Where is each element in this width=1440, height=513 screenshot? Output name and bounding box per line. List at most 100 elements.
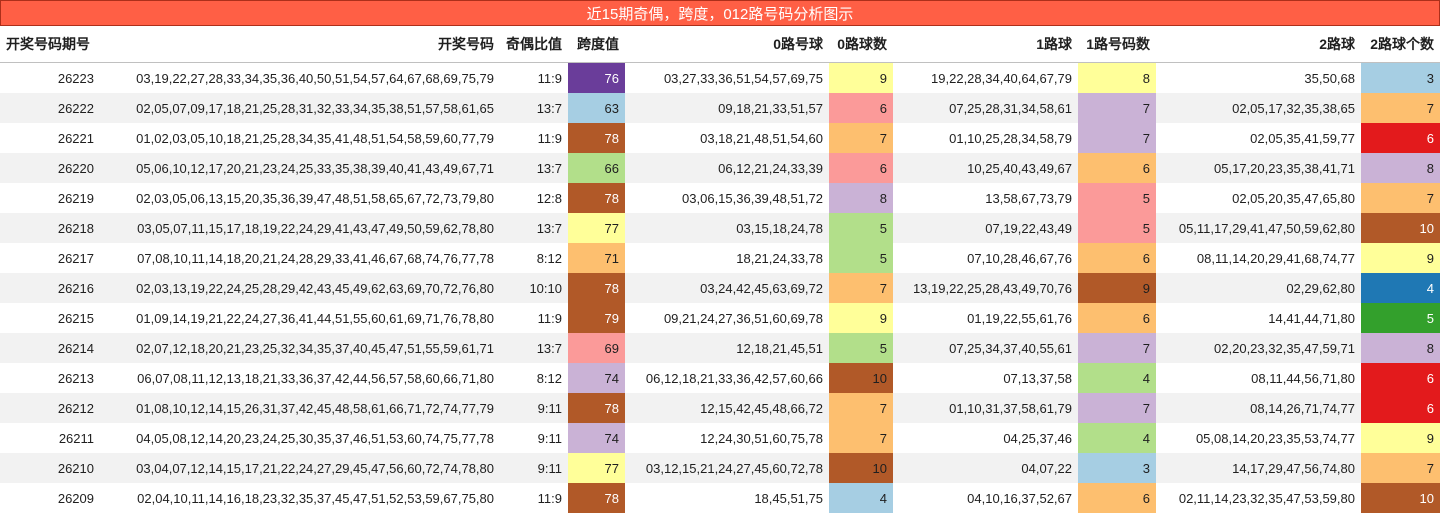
span-cell: 78 <box>568 393 625 423</box>
route1-balls-cell: 13,58,67,73,79 <box>893 183 1078 213</box>
route2-balls-cell: 35,50,68 <box>1156 62 1361 93</box>
route1-balls-cell: 01,10,31,37,58,61,79 <box>893 393 1078 423</box>
route1-count-cell: 5 <box>1078 183 1156 213</box>
analysis-table: 开奖号码期号 开奖号码 奇偶比值 跨度值 0路号球 0路球数 1路球 1路号码数… <box>0 26 1440 513</box>
issue-cell: 26222 <box>0 93 100 123</box>
route1-count-cell: 7 <box>1078 93 1156 123</box>
route0-balls-cell: 03,06,15,36,39,48,51,72 <box>625 183 829 213</box>
route0-count-cell: 5 <box>829 213 893 243</box>
route2-count-cell: 7 <box>1361 183 1440 213</box>
route0-balls-cell: 09,18,21,33,51,57 <box>625 93 829 123</box>
route1-balls-cell: 10,25,40,43,49,67 <box>893 153 1078 183</box>
col-header-route0-balls[interactable]: 0路号球 <box>625 26 829 63</box>
span-cell: 79 <box>568 303 625 333</box>
col-header-route0-count[interactable]: 0路球数 <box>829 26 893 63</box>
route0-balls-cell: 18,21,24,33,78 <box>625 243 829 273</box>
ratio-cell: 8:12 <box>500 243 568 273</box>
route1-balls-cell: 13,19,22,25,28,43,49,70,76 <box>893 273 1078 303</box>
route1-balls-cell: 01,19,22,55,61,76 <box>893 303 1078 333</box>
route2-balls-cell: 08,11,44,56,71,80 <box>1156 363 1361 393</box>
route1-count-cell: 4 <box>1078 423 1156 453</box>
route0-balls-cell: 03,24,42,45,63,69,72 <box>625 273 829 303</box>
numbers-cell: 02,05,07,09,17,18,21,25,28,31,32,33,34,3… <box>100 93 500 123</box>
issue-cell: 26211 <box>0 423 100 453</box>
route2-count-cell: 5 <box>1361 303 1440 333</box>
span-cell: 78 <box>568 123 625 153</box>
route1-count-cell: 7 <box>1078 393 1156 423</box>
issue-cell: 26218 <box>0 213 100 243</box>
route1-count-cell: 8 <box>1078 62 1156 93</box>
issue-cell: 26219 <box>0 183 100 213</box>
route0-balls-cell: 03,18,21,48,51,54,60 <box>625 123 829 153</box>
route1-balls-cell: 07,25,34,37,40,55,61 <box>893 333 1078 363</box>
issue-cell: 26209 <box>0 483 100 513</box>
route2-balls-cell: 02,05,35,41,59,77 <box>1156 123 1361 153</box>
route1-balls-cell: 04,25,37,46 <box>893 423 1078 453</box>
route2-balls-cell: 05,08,14,20,23,35,53,74,77 <box>1156 423 1361 453</box>
route1-count-cell: 4 <box>1078 363 1156 393</box>
table-row: 26218 03,05,07,11,15,17,18,19,22,24,29,41… <box>0 213 1440 243</box>
col-header-issue[interactable]: 开奖号码期号 <box>0 26 100 63</box>
numbers-cell: 02,03,13,19,22,24,25,28,29,42,43,45,49,6… <box>100 273 500 303</box>
issue-cell: 26212 <box>0 393 100 423</box>
issue-cell: 26217 <box>0 243 100 273</box>
ratio-cell: 11:9 <box>500 483 568 513</box>
route1-balls-cell: 01,10,25,28,34,58,79 <box>893 123 1078 153</box>
route2-count-cell: 6 <box>1361 123 1440 153</box>
route2-count-cell: 8 <box>1361 153 1440 183</box>
route1-count-cell: 9 <box>1078 273 1156 303</box>
route1-balls-cell: 07,19,22,43,49 <box>893 213 1078 243</box>
numbers-cell: 02,03,05,06,13,15,20,35,36,39,47,48,51,5… <box>100 183 500 213</box>
span-cell: 77 <box>568 213 625 243</box>
col-header-ratio[interactable]: 奇偶比值 <box>500 26 568 63</box>
table-row: 26212 01,08,10,12,14,15,26,31,37,42,45,48… <box>0 393 1440 423</box>
route1-count-cell: 7 <box>1078 123 1156 153</box>
route2-balls-cell: 02,05,17,32,35,38,65 <box>1156 93 1361 123</box>
col-header-route2-balls[interactable]: 2路球 <box>1156 26 1361 63</box>
route0-balls-cell: 03,15,18,24,78 <box>625 213 829 243</box>
ratio-cell: 11:9 <box>500 123 568 153</box>
route0-balls-cell: 03,12,15,21,24,27,45,60,72,78 <box>625 453 829 483</box>
route1-balls-cell: 04,10,16,37,52,67 <box>893 483 1078 513</box>
table-row: 26209 02,04,10,11,14,16,18,23,32,35,37,45… <box>0 483 1440 513</box>
route2-count-cell: 7 <box>1361 453 1440 483</box>
route2-balls-cell: 14,41,44,71,80 <box>1156 303 1361 333</box>
col-header-route2-count[interactable]: 2路球个数 <box>1361 26 1440 63</box>
numbers-cell: 04,05,08,12,14,20,23,24,25,30,35,37,46,5… <box>100 423 500 453</box>
issue-cell: 26215 <box>0 303 100 333</box>
route2-count-cell: 9 <box>1361 243 1440 273</box>
issue-cell: 26221 <box>0 123 100 153</box>
route0-count-cell: 6 <box>829 153 893 183</box>
col-header-numbers[interactable]: 开奖号码 <box>100 26 500 63</box>
numbers-cell: 07,08,10,11,14,18,20,21,24,28,29,33,41,4… <box>100 243 500 273</box>
route0-count-cell: 8 <box>829 183 893 213</box>
span-cell: 78 <box>568 273 625 303</box>
route2-count-cell: 7 <box>1361 93 1440 123</box>
route0-balls-cell: 03,27,33,36,51,54,57,69,75 <box>625 62 829 93</box>
issue-cell: 26214 <box>0 333 100 363</box>
col-header-span[interactable]: 跨度值 <box>568 26 625 63</box>
issue-cell: 26216 <box>0 273 100 303</box>
col-header-route1-balls[interactable]: 1路球 <box>893 26 1078 63</box>
page-title: 近15期奇偶，跨度，012路号码分析图示 <box>0 0 1440 26</box>
route1-count-cell: 6 <box>1078 153 1156 183</box>
route1-balls-cell: 07,13,37,58 <box>893 363 1078 393</box>
numbers-cell: 01,08,10,12,14,15,26,31,37,42,45,48,58,6… <box>100 393 500 423</box>
ratio-cell: 9:11 <box>500 423 568 453</box>
route0-count-cell: 6 <box>829 93 893 123</box>
route0-count-cell: 9 <box>829 303 893 333</box>
route0-count-cell: 5 <box>829 333 893 363</box>
route0-balls-cell: 12,18,21,45,51 <box>625 333 829 363</box>
col-header-route1-count[interactable]: 1路号码数 <box>1078 26 1156 63</box>
numbers-cell: 03,04,07,12,14,15,17,21,22,24,27,29,45,4… <box>100 453 500 483</box>
route1-count-cell: 3 <box>1078 453 1156 483</box>
table-row: 26217 07,08,10,11,14,18,20,21,24,28,29,33… <box>0 243 1440 273</box>
issue-cell: 26220 <box>0 153 100 183</box>
span-cell: 66 <box>568 153 625 183</box>
route0-balls-cell: 12,24,30,51,60,75,78 <box>625 423 829 453</box>
span-cell: 78 <box>568 183 625 213</box>
route2-count-cell: 6 <box>1361 363 1440 393</box>
ratio-cell: 13:7 <box>500 153 568 183</box>
table-row: 26213 06,07,08,11,12,13,18,21,33,36,37,42… <box>0 363 1440 393</box>
ratio-cell: 13:7 <box>500 333 568 363</box>
